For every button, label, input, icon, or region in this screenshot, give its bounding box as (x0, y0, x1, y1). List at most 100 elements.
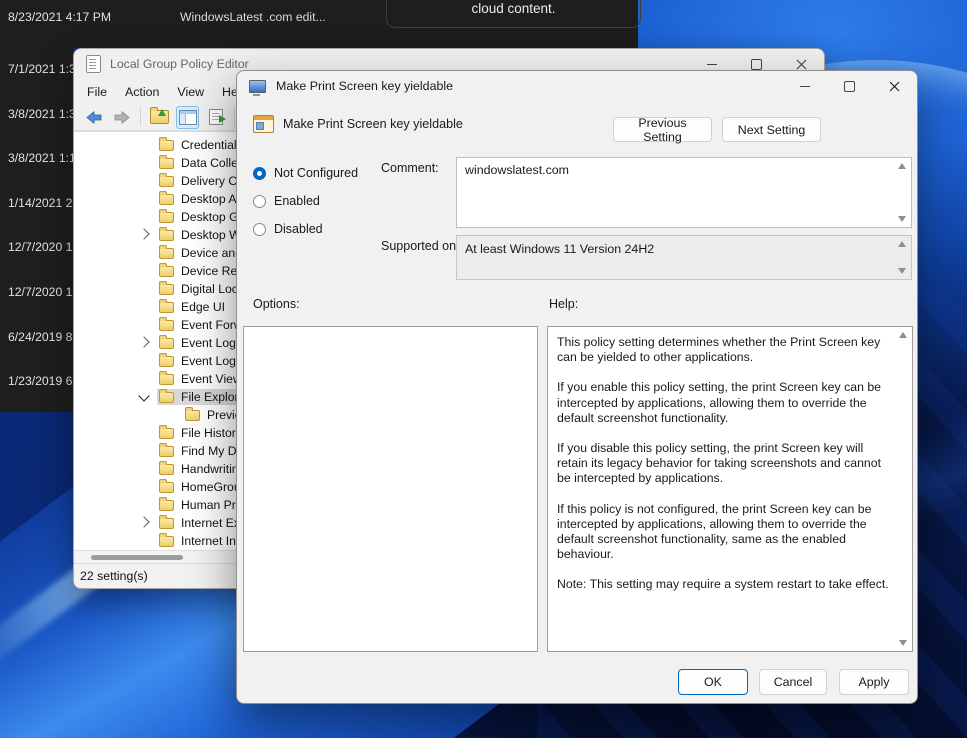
minimize-icon (707, 64, 717, 65)
minimize-button[interactable] (782, 71, 827, 101)
menu-item[interactable]: File (78, 82, 116, 102)
export-list-button[interactable] (204, 106, 227, 129)
file-date-row: 3/8/2021 1:3 (8, 105, 73, 150)
previous-setting-button[interactable]: Previous Setting (613, 117, 712, 142)
folder-up-icon (150, 110, 169, 124)
radio-label: Enabled (274, 194, 320, 208)
tree-item-body: Human Pre (157, 497, 248, 513)
options-label: Options: (253, 297, 300, 311)
policy-state-radios: Not Configured Enabled Disabled (253, 159, 358, 243)
scroll-down-icon[interactable] (898, 268, 906, 274)
gpe-menubar: File Action View Help (78, 79, 257, 104)
cancel-button[interactable]: Cancel (759, 669, 827, 695)
gpe-app-icon (86, 55, 101, 73)
file-date: 1/23/2019 6: (8, 374, 73, 388)
folder-icon (159, 428, 174, 439)
folder-icon (185, 410, 200, 421)
maximize-button[interactable] (827, 71, 872, 101)
setting-header: Make Print Screen key yieldable (253, 115, 463, 133)
tree-item-label: Device and (181, 246, 242, 260)
scroll-up-icon[interactable] (898, 163, 906, 169)
chevron-icon[interactable] (138, 228, 149, 239)
file-date-row: 12/7/2020 12 (8, 238, 73, 283)
comment-field-wrap: windowslatest.com (456, 157, 912, 228)
radio-label: Disabled (274, 222, 323, 236)
folder-icon (159, 284, 174, 295)
help-text: This policy setting determines whether t… (548, 327, 912, 651)
back-button[interactable] (82, 106, 105, 129)
menu-item[interactable]: View (168, 82, 213, 102)
forward-arrow-icon (114, 111, 130, 124)
help-paragraph: If this policy is not configured, the pr… (557, 502, 890, 563)
tree-item-body: Edge UI (157, 299, 230, 315)
tree-item-body: Desktop Ap (157, 191, 248, 207)
policy-radio-option[interactable]: Enabled (253, 187, 358, 215)
file-date: 12/7/2020 12 (8, 240, 73, 254)
chevron-icon[interactable] (138, 336, 149, 347)
scrollbar-thumb[interactable] (91, 555, 183, 560)
tree-item-label: Desktop Ap (181, 192, 243, 206)
monitor-icon (249, 80, 266, 93)
comment-input[interactable]: windowslatest.com (457, 158, 911, 227)
tree-item-body: Device and (157, 245, 247, 261)
help-paragraph: Note: This setting may require a system … (557, 577, 890, 592)
scroll-down-icon[interactable] (899, 640, 907, 646)
snippet-text: cloud content. (471, 1, 555, 16)
policy-setting-icon (253, 115, 274, 133)
file-date: 8/23/2021 4:17 PM (8, 10, 111, 24)
scroll-up-icon[interactable] (898, 241, 906, 247)
radio-icon (253, 167, 266, 180)
menu-item[interactable]: Action (116, 82, 168, 102)
forward-button[interactable] (110, 106, 133, 129)
supported-on-label: Supported on: (381, 239, 460, 253)
help-paragraph: If you disable this policy setting, the … (557, 441, 890, 487)
folder-icon (159, 446, 174, 457)
text-snippet-box: cloud content. (386, 0, 641, 28)
status-text: 22 setting(s) (80, 569, 148, 583)
setting-header-title: Make Print Screen key yieldable (283, 117, 463, 131)
console-tree-icon (179, 110, 197, 125)
file-date: 7/1/2021 1:3 (8, 62, 73, 76)
folder-icon (159, 536, 174, 547)
folder-icon (159, 212, 174, 223)
up-one-level-button[interactable] (148, 106, 171, 129)
toolbar-separator (140, 108, 141, 126)
show-console-tree-button[interactable] (176, 106, 199, 129)
next-setting-button[interactable]: Next Setting (722, 117, 821, 142)
file-date-row: 3/8/2021 1:1 (8, 149, 73, 194)
apply-button[interactable]: Apply (839, 669, 909, 695)
file-date-list: 7/1/2021 1:3 3/8/2021 1:3 3/8/2021 1:1 1… (8, 48, 73, 412)
close-button[interactable] (872, 71, 917, 101)
folder-icon (159, 158, 174, 169)
folder-icon (159, 500, 174, 511)
scroll-down-icon[interactable] (898, 216, 906, 222)
background-app-top-band: 8/23/2021 4:17 PM WindowsLatest .com edi… (0, 0, 638, 48)
export-list-icon (209, 109, 223, 125)
chevron-icon[interactable] (138, 516, 149, 527)
maximize-icon (751, 59, 762, 70)
file-date: 6/24/2019 8 (8, 330, 72, 344)
folder-icon (159, 248, 174, 259)
scroll-up-icon[interactable] (899, 332, 907, 338)
tree-item-label: Edge UI (181, 300, 225, 314)
tree-item-label: Data Collec (181, 156, 244, 170)
folder-icon (159, 140, 174, 151)
supported-on-field: At least Windows 11 Version 24H2 (456, 235, 912, 280)
minimize-icon (800, 86, 810, 87)
folder-icon (159, 266, 174, 277)
help-paragraph: This policy setting determines whether t… (557, 335, 890, 365)
folder-icon (159, 320, 174, 331)
chevron-icon[interactable] (138, 390, 149, 401)
help-paragraph: If you enable this policy setting, the p… (557, 380, 890, 426)
folder-icon (159, 230, 174, 241)
gpe-window-title: Local Group Policy Editor (110, 57, 249, 71)
folder-icon (159, 518, 174, 529)
policy-radio-option[interactable]: Not Configured (253, 159, 358, 187)
folder-icon (159, 302, 174, 313)
policy-radio-option[interactable]: Disabled (253, 215, 358, 243)
file-date-row: 1/23/2019 6: (8, 372, 73, 412)
file-date: 1/14/2021 2: (8, 196, 73, 210)
ok-button[interactable]: OK (678, 669, 748, 695)
dialog-titlebar[interactable]: Make Print Screen key yieldable (237, 71, 917, 101)
maximize-icon (844, 81, 855, 92)
